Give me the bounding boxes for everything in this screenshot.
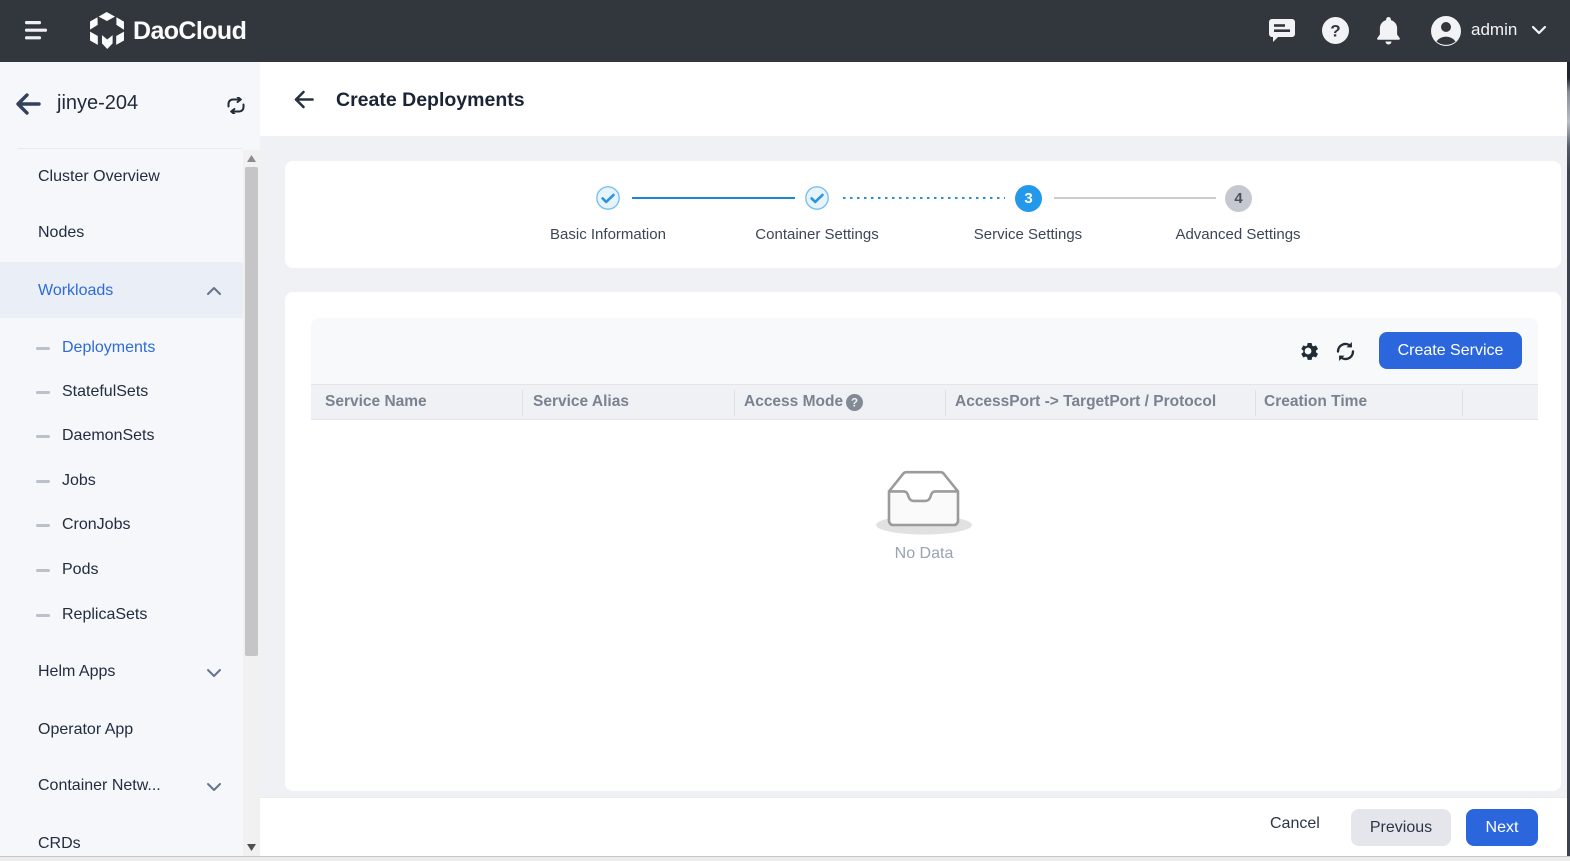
svg-text:?: ? <box>851 398 858 410</box>
svg-text:?: ? <box>1330 22 1340 41</box>
